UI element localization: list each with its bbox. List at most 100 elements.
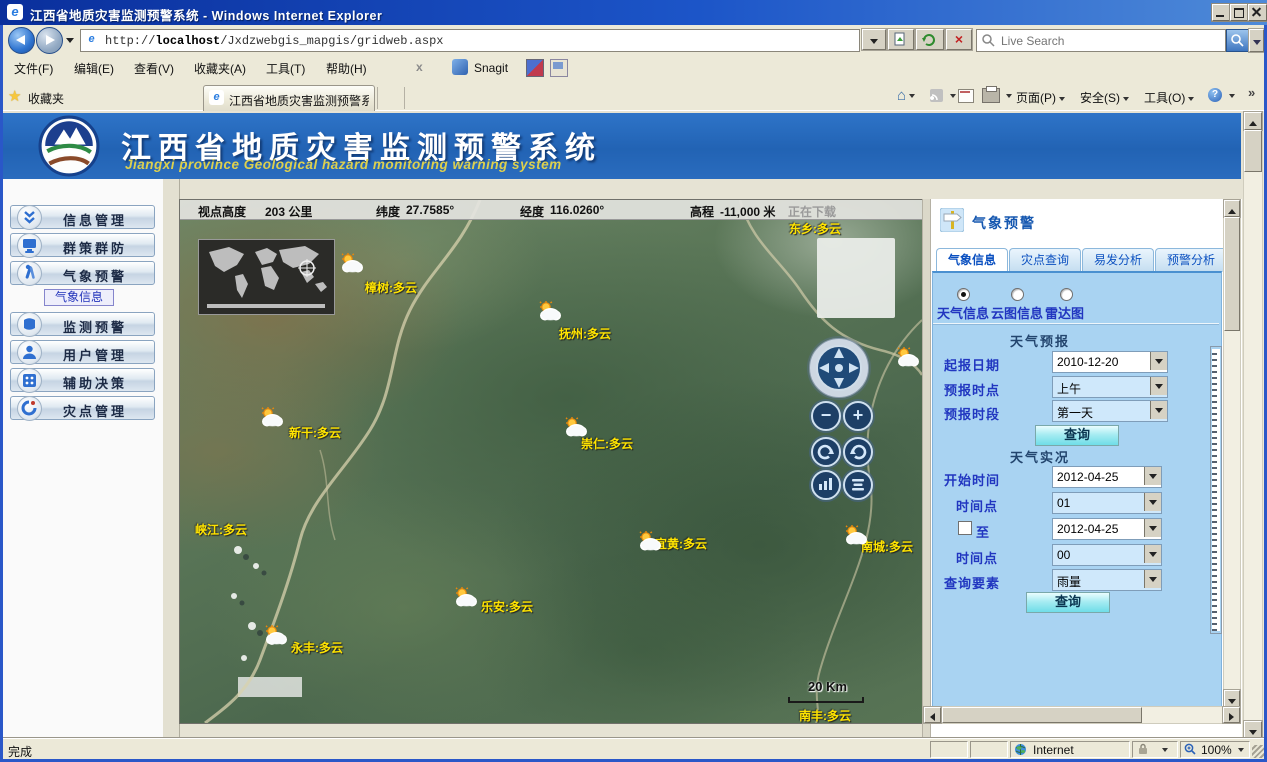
- close-button[interactable]: [1248, 4, 1267, 21]
- select-end-time[interactable]: 2012-04-25: [1052, 518, 1162, 540]
- new-tab-stub[interactable]: [377, 87, 405, 109]
- sidebar-item-info-management[interactable]: 信息管理: [10, 205, 155, 229]
- menu-tools[interactable]: 工具(T): [260, 57, 311, 80]
- protected-mode-cell[interactable]: [1132, 741, 1178, 758]
- rotate-cw-button[interactable]: [811, 437, 841, 467]
- radio-label-cloud-image[interactable]: 云图信息: [991, 303, 1043, 322]
- sidebar-item-monitor-warning[interactable]: 监测预警: [10, 312, 155, 336]
- weather-marker-label[interactable]: 新干:多云: [289, 424, 341, 441]
- radio-cloud-image[interactable]: [1011, 288, 1024, 301]
- sun-cloud-icon[interactable]: [259, 407, 286, 428]
- layers-button[interactable]: [843, 470, 873, 500]
- to-date-checkbox[interactable]: [958, 521, 972, 535]
- sun-cloud-icon[interactable]: [339, 253, 366, 274]
- search-box[interactable]: [976, 29, 1226, 52]
- zoom-in-button[interactable]: +: [843, 401, 873, 431]
- radio-label-radar-image[interactable]: 雷达图: [1045, 303, 1084, 322]
- tilt-button[interactable]: [811, 470, 841, 500]
- snagit-capture-icon[interactable]: [526, 59, 544, 77]
- rss-icon[interactable]: [930, 89, 943, 102]
- sun-cloud-icon[interactable]: [637, 531, 664, 552]
- zoom-out-button[interactable]: −: [811, 401, 841, 431]
- dropdown-arrow-icon[interactable]: [1144, 545, 1161, 563]
- search-input[interactable]: [999, 32, 1203, 49]
- history-dropdown-icon[interactable]: [66, 38, 74, 43]
- dropdown-arrow-icon[interactable]: [1150, 401, 1167, 419]
- menu-file[interactable]: 文件(F): [8, 57, 59, 80]
- rss-dropdown-icon[interactable]: [950, 94, 956, 98]
- forward-button[interactable]: [36, 27, 63, 54]
- collapsed-list-strip[interactable]: [1210, 346, 1222, 634]
- forecast-query-button[interactable]: 查询: [1035, 425, 1119, 446]
- panel-vertical-scrollbar[interactable]: [1223, 199, 1241, 708]
- command-page-button[interactable]: 页面(P): [1016, 89, 1065, 106]
- select-forecast-period[interactable]: 第一天: [1052, 400, 1168, 422]
- select-forecast-date[interactable]: 2010-12-20: [1052, 351, 1168, 373]
- go-button[interactable]: [888, 29, 914, 50]
- menu-favorites[interactable]: 收藏夹(A): [188, 57, 252, 80]
- tab-weather-info[interactable]: 气象信息: [936, 248, 1008, 272]
- menu-edit[interactable]: 编辑(E): [68, 57, 120, 80]
- print-icon[interactable]: [982, 88, 1000, 103]
- scroll-down-button[interactable]: [1244, 721, 1262, 739]
- sun-cloud-icon[interactable]: [537, 301, 564, 322]
- scroll-up-button[interactable]: [1244, 112, 1262, 130]
- command-safety-button[interactable]: 安全(S): [1080, 89, 1129, 106]
- sidebar-item-user-management[interactable]: 用户管理: [10, 340, 155, 364]
- sun-cloud-icon[interactable]: [843, 525, 870, 546]
- stop-button[interactable]: ×: [946, 29, 972, 50]
- home-icon[interactable]: ⌂: [897, 87, 915, 104]
- rotate-ccw-button[interactable]: [843, 437, 873, 467]
- select-query-element[interactable]: 雨量: [1052, 569, 1162, 591]
- select-time-point-1[interactable]: 01: [1052, 492, 1162, 514]
- scroll-left-button[interactable]: [924, 707, 941, 723]
- browser-tab[interactable]: e 江西省地质灾害监测预警系统: [203, 85, 375, 111]
- tab-susceptibility-analysis[interactable]: 易发分析: [1082, 248, 1154, 272]
- tab-warning-analysis[interactable]: 预警分析: [1155, 248, 1227, 272]
- zoom-level-cell[interactable]: 100%: [1180, 741, 1250, 758]
- sidebar-splitter[interactable]: [163, 179, 180, 738]
- dropdown-arrow-icon[interactable]: [1150, 352, 1167, 370]
- favorites-button[interactable]: ★ 收藏夹: [6, 86, 94, 107]
- title-bar[interactable]: e 江西省地质灾害监测预警系统 - Windows Internet Explo…: [0, 0, 1267, 25]
- dropdown-arrow-icon[interactable]: [1144, 519, 1161, 537]
- select-time-point-2[interactable]: 00: [1052, 544, 1162, 566]
- weather-marker-label[interactable]: 南丰:多云: [799, 707, 851, 724]
- sidebar-item-decision-support[interactable]: 辅助决策: [10, 368, 155, 392]
- scrollbar-thumb[interactable]: [1244, 130, 1262, 172]
- scroll-right-button[interactable]: [1223, 707, 1240, 723]
- sidebar-item-hazard-point-management[interactable]: 灾点管理: [10, 396, 155, 420]
- weather-marker-label[interactable]: 永丰:多云: [291, 639, 343, 656]
- back-button[interactable]: [8, 27, 35, 54]
- mail-page-icon[interactable]: [958, 89, 974, 103]
- world-overview-inset[interactable]: [198, 239, 335, 315]
- toolbar-close-icon[interactable]: x: [416, 60, 423, 74]
- weather-marker-label[interactable]: 东乡:多云: [789, 220, 841, 237]
- sun-cloud-icon[interactable]: [453, 587, 480, 608]
- select-forecast-time[interactable]: 上午: [1052, 376, 1168, 398]
- window-vertical-scrollbar[interactable]: [1243, 111, 1263, 740]
- pan-compass-control[interactable]: [809, 338, 869, 398]
- weather-marker-label[interactable]: 樟树:多云: [365, 279, 417, 296]
- maximize-button[interactable]: [1230, 4, 1249, 21]
- sun-cloud-icon[interactable]: [895, 347, 922, 368]
- radio-label-weather-info[interactable]: 天气信息: [937, 303, 989, 322]
- sidebar-subitem-weather-info[interactable]: 气象信息: [44, 289, 114, 306]
- snagit-icon[interactable]: [452, 59, 468, 75]
- scrollbar-thumb[interactable]: [942, 707, 1142, 723]
- minimize-button[interactable]: [1212, 4, 1231, 21]
- dropdown-arrow-icon[interactable]: [1144, 467, 1161, 485]
- dropdown-arrow-icon[interactable]: [1144, 570, 1161, 588]
- chevron-more-icon[interactable]: »: [1248, 85, 1255, 100]
- radio-weather-info[interactable]: [957, 288, 970, 301]
- sidebar-item-group-prevention[interactable]: 群策群防: [10, 233, 155, 257]
- scroll-up-button[interactable]: [1224, 200, 1240, 217]
- search-go-button[interactable]: [1226, 29, 1250, 52]
- menu-help[interactable]: 帮助(H): [320, 57, 373, 80]
- refresh-button[interactable]: [916, 29, 944, 50]
- weather-marker-label[interactable]: 抚州:多云: [559, 325, 611, 342]
- snagit-editor-icon[interactable]: [550, 59, 568, 77]
- radio-radar-image[interactable]: [1060, 288, 1073, 301]
- dropdown-arrow-icon[interactable]: [1150, 377, 1167, 395]
- select-start-time[interactable]: 2012-04-25: [1052, 466, 1162, 488]
